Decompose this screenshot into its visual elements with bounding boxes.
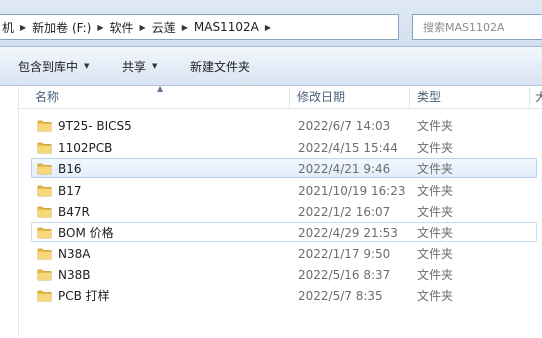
breadcrumb-software[interactable]: 软件 [106, 19, 138, 36]
include-in-library-button[interactable]: 包含到库中 ▼ [18, 57, 89, 75]
column-size-header[interactable]: 大 [535, 86, 542, 108]
column-name-label: 名称 [35, 90, 60, 104]
include-in-library-label: 包含到库中 [18, 59, 79, 74]
breadcrumb-current[interactable]: MAS1102A [190, 20, 263, 34]
file-date: 2022/1/2 16:07 [298, 205, 391, 219]
column-date-header[interactable]: 修改日期 [297, 86, 407, 108]
folder-icon [37, 290, 52, 302]
breadcrumb-drive[interactable]: 新加卷 (F:) [28, 19, 95, 36]
file-type: 文件夹 [417, 289, 454, 303]
file-name: B17 [58, 184, 82, 198]
column-date-label: 修改日期 [297, 90, 346, 104]
column-type-label: 类型 [417, 90, 442, 104]
file-type: 文件夹 [417, 268, 454, 282]
search-placeholder: 搜索MAS1102A [423, 21, 505, 34]
column-divider[interactable] [529, 88, 530, 108]
new-folder-label: 新建文件夹 [190, 59, 251, 74]
chevron-right-icon[interactable]: ▶ [180, 23, 190, 32]
folder-icon [37, 163, 52, 175]
folder-icon [37, 206, 52, 218]
file-name: N38B [58, 268, 91, 282]
address-bar: 机 ▶ 新加卷 (F:) ▶ 软件 ▶ 云莲 ▶ MAS1102A ▶ 搜索MA… [0, 0, 542, 47]
navigation-pane[interactable] [0, 86, 19, 338]
chevron-right-icon[interactable]: ▶ [18, 23, 28, 32]
file-date: 2022/4/29 21:53 [298, 226, 398, 240]
chevron-right-icon[interactable]: ▶ [95, 23, 105, 32]
breadcrumb-computer[interactable]: 机 [0, 19, 18, 36]
file-date: 2022/5/7 8:35 [298, 289, 383, 303]
list-item[interactable]: PCB 打样 2022/5/7 8:35 文件夹 [31, 285, 537, 305]
file-type: 文件夹 [417, 184, 454, 198]
chevron-right-icon[interactable]: ▶ [263, 23, 273, 32]
file-name: PCB 打样 [58, 289, 110, 303]
file-type: 文件夹 [417, 247, 454, 261]
list-item[interactable]: 9T25- BICS5 2022/6/7 14:03 文件夹 [31, 115, 537, 135]
file-date: 2021/10/19 16:23 [298, 184, 406, 198]
search-input[interactable]: 搜索MAS1102A [412, 14, 542, 40]
column-divider[interactable] [409, 88, 410, 108]
folder-icon [37, 120, 52, 132]
folder-icon [37, 269, 52, 281]
sort-ascending-icon: ▲ [157, 84, 164, 93]
file-type: 文件夹 [417, 226, 454, 240]
file-name: 9T25- BICS5 [58, 119, 132, 133]
file-name: N38A [58, 247, 91, 261]
list-item[interactable]: 1102PCB 2022/4/15 15:44 文件夹 [31, 137, 537, 157]
dropdown-arrow-icon: ▼ [84, 62, 90, 70]
file-name: 1102PCB [58, 141, 113, 155]
file-type: 文件夹 [417, 119, 454, 133]
list-item[interactable]: N38A 2022/1/17 9:50 文件夹 [31, 243, 537, 263]
list-item-focused[interactable]: BOM 价格 2022/4/29 21:53 文件夹 [31, 222, 537, 242]
folder-icon [37, 227, 52, 239]
list-item[interactable]: B47R 2022/1/2 16:07 文件夹 [31, 201, 537, 221]
column-size-label: 大 [535, 90, 542, 104]
file-type: 文件夹 [417, 205, 454, 219]
list-item[interactable]: B17 2021/10/19 16:23 文件夹 [31, 180, 537, 200]
file-date: 2022/6/7 14:03 [298, 119, 391, 133]
file-date: 2022/1/17 9:50 [298, 247, 391, 261]
chevron-right-icon[interactable]: ▶ [138, 23, 148, 32]
command-bar: 包含到库中 ▼ 共享 ▼ 新建文件夹 [0, 47, 542, 86]
file-name: BOM 价格 [58, 226, 114, 240]
file-name: B47R [58, 205, 90, 219]
share-label: 共享 [122, 59, 147, 74]
file-type: 文件夹 [417, 141, 454, 155]
file-type: 文件夹 [417, 162, 454, 176]
file-name: B16 [58, 162, 82, 176]
file-date: 2022/4/15 15:44 [298, 141, 398, 155]
dropdown-arrow-icon: ▼ [152, 62, 158, 70]
breadcrumb[interactable]: 机 ▶ 新加卷 (F:) ▶ 软件 ▶ 云莲 ▶ MAS1102A ▶ [0, 14, 399, 40]
column-name-header[interactable]: 名称 [35, 86, 275, 108]
column-divider[interactable] [289, 88, 290, 108]
folder-icon [37, 142, 52, 154]
list-item-selected[interactable]: B16 2022/4/21 9:46 文件夹 [31, 158, 537, 178]
share-button[interactable]: 共享 ▼ [122, 57, 157, 75]
breadcrumb-yunlian[interactable]: 云莲 [148, 19, 180, 36]
folder-icon [37, 185, 52, 197]
new-folder-button[interactable]: 新建文件夹 [190, 57, 250, 75]
list-item[interactable]: N38B 2022/5/16 8:37 文件夹 [31, 264, 537, 284]
column-header: 名称 ▲ 修改日期 类型 大 [19, 84, 542, 109]
folder-icon [37, 248, 52, 260]
file-date: 2022/4/21 9:46 [298, 162, 391, 176]
column-type-header[interactable]: 类型 [417, 86, 527, 108]
file-date: 2022/5/16 8:37 [298, 268, 391, 282]
